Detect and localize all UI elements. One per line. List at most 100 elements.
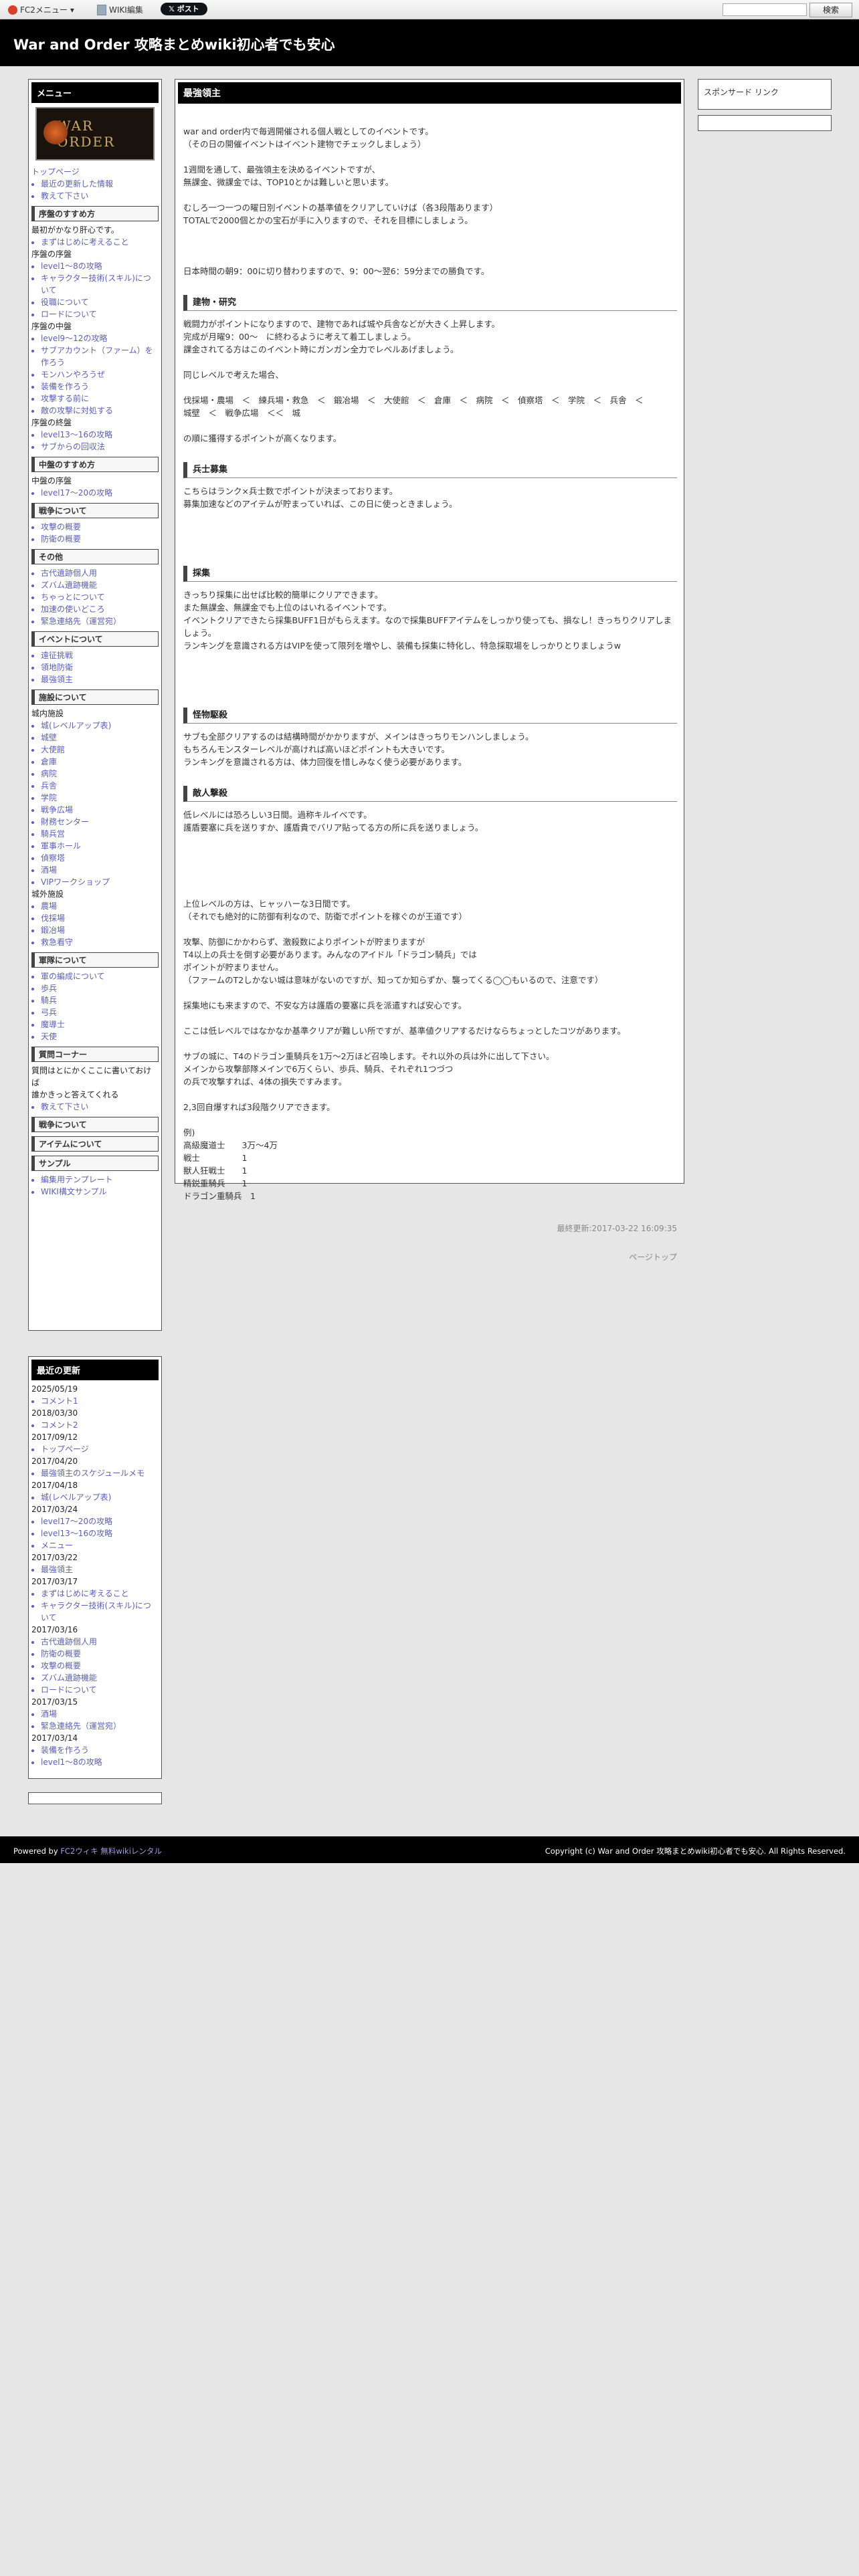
- recent-item[interactable]: メニュー: [41, 1539, 159, 1551]
- recent-item[interactable]: ズバム遺跡機能: [41, 1672, 159, 1684]
- menu-item[interactable]: 騎兵: [41, 994, 159, 1006]
- menu-item[interactable]: ちゃっとについて: [41, 591, 159, 603]
- recent-item[interactable]: コメント1: [41, 1395, 159, 1407]
- menu-item[interactable]: 伐採場: [41, 912, 159, 924]
- menu-item[interactable]: ロードについて: [41, 308, 159, 320]
- menu-item[interactable]: 大使館: [41, 744, 159, 756]
- menu-item[interactable]: 軍事ホール: [41, 840, 159, 852]
- paragraph-line: ここは低レベルではなかなか基準クリアが難しい所ですが、基準値クリアするだけならち…: [183, 1026, 626, 1036]
- recent-item[interactable]: 最強領主のスケジュールメモ: [41, 1467, 159, 1479]
- recent-item[interactable]: 城(レベルアップ表): [41, 1491, 159, 1503]
- menu-item[interactable]: 古代遺跡個人用: [41, 567, 159, 579]
- page-top-link[interactable]: ページトップ: [183, 1251, 677, 1264]
- menu-item[interactable]: 酒場: [41, 864, 159, 876]
- recent-item[interactable]: 最強領主: [41, 1564, 159, 1576]
- menu-item[interactable]: 農場: [41, 900, 159, 912]
- menu-item[interactable]: 最強領主: [41, 673, 159, 685]
- menu-item[interactable]: 敵の攻撃に対処する: [41, 405, 159, 417]
- menu-item[interactable]: まずはじめに考えること: [41, 236, 159, 248]
- recent-item[interactable]: まずはじめに考えること: [41, 1588, 159, 1600]
- search-input[interactable]: [723, 3, 807, 16]
- menu-item[interactable]: 教えて下さい: [41, 1101, 159, 1113]
- paragraph-line: 例): [183, 1128, 195, 1138]
- recent-item[interactable]: 古代遺跡個人用: [41, 1636, 159, 1648]
- paragraph-line: 精鋭重騎兵 1: [183, 1178, 248, 1188]
- menu-item[interactable]: 役職について: [41, 296, 159, 308]
- recent-item[interactable]: level13～16の攻略: [41, 1527, 159, 1539]
- menu-item[interactable]: 教えて下さい: [41, 190, 159, 202]
- paragraph-line: 同じレベルで考えた場合、: [183, 370, 284, 380]
- menu-list: 教えて下さい: [31, 1101, 159, 1113]
- recent-item[interactable]: 緊急連絡先（運営宛）: [41, 1720, 159, 1732]
- article-body: war and order内で毎週開催される個人戦としてのイベントです。 （その日…: [183, 106, 677, 1202]
- recent-item[interactable]: level17～20の攻略: [41, 1515, 159, 1527]
- paragraph-line: war and order内で毎週開催される個人戦としてのイベントです。: [183, 126, 434, 136]
- menu-item[interactable]: 偵察塔: [41, 852, 159, 864]
- paragraph-line: 課金されてる方はこのイベント時にガンガン全力でレベルあげましょう。: [183, 344, 459, 354]
- menu-item[interactable]: サブアカウント（ファーム）を作ろう: [41, 344, 159, 368]
- recent-item[interactable]: コメント2: [41, 1419, 159, 1431]
- menu-item[interactable]: 城壁: [41, 732, 159, 744]
- menu-item[interactable]: 弓兵: [41, 1006, 159, 1018]
- menu-item[interactable]: 学院: [41, 792, 159, 804]
- site-title[interactable]: War and Order 攻略まとめwiki初心者でも安心: [13, 34, 335, 54]
- menu-item[interactable]: level9～12の攻略: [41, 332, 159, 344]
- recent-item[interactable]: 攻撃の概要: [41, 1660, 159, 1672]
- recent-item[interactable]: トップページ: [41, 1443, 159, 1455]
- menu-item[interactable]: 財務センター: [41, 816, 159, 828]
- recent-item[interactable]: 防衛の概要: [41, 1648, 159, 1660]
- recent-item[interactable]: 酒場: [41, 1708, 159, 1720]
- menu-item[interactable]: 最近の更新した情報: [41, 178, 159, 190]
- menu-item[interactable]: サブからの回収法: [41, 441, 159, 453]
- paragraph-line: こちらはランク×兵士数でポイントが決まっております。: [183, 486, 398, 496]
- copyright: Copyright (c) War and Order 攻略まとめwiki初心者…: [545, 1846, 846, 1856]
- menu-item[interactable]: ズバム遺跡機能: [41, 579, 159, 591]
- menu-text: 序盤の序盤: [31, 249, 72, 259]
- menu-item[interactable]: 加速の使いどころ: [41, 603, 159, 615]
- recent-item[interactable]: 装備を作ろう: [41, 1744, 159, 1756]
- menu-item[interactable]: VIPワークショップ: [41, 876, 159, 888]
- menu-item[interactable]: level1～8の攻略: [41, 260, 159, 272]
- paragraph-line: 戦士 1: [183, 1153, 248, 1163]
- menu-item[interactable]: 軍の編成について: [41, 970, 159, 982]
- fc2-menu[interactable]: FC2メニュー ▾: [8, 4, 74, 15]
- menu-item[interactable]: 鍛冶場: [41, 924, 159, 936]
- menu-item[interactable]: WIKI構文サンプル: [41, 1186, 159, 1198]
- menu-item[interactable]: 領地防衛: [41, 661, 159, 673]
- search-button[interactable]: 検索: [809, 3, 852, 17]
- menu-item[interactable]: 戦争広場: [41, 804, 159, 816]
- menu-item[interactable]: 防衛の概要: [41, 533, 159, 545]
- menu-list: level9～12の攻略サブアカウント（ファーム）を作ろうモンハンやろうぜ装備を…: [31, 332, 159, 417]
- menu-item[interactable]: level13～16の攻略: [41, 429, 159, 441]
- menu-item[interactable]: 攻撃の概要: [41, 521, 159, 533]
- menu-item[interactable]: level17～20の攻略: [41, 487, 159, 499]
- menu-item[interactable]: 救急看守: [41, 936, 159, 948]
- paragraph: の順に獲得するポイントが高くなります。: [183, 432, 677, 445]
- menu-item[interactable]: 天使: [41, 1031, 159, 1043]
- menu-item[interactable]: 魔導士: [41, 1018, 159, 1031]
- menu-link-top[interactable]: トップページ: [31, 166, 159, 178]
- menu-item[interactable]: キャラクター技術(スキル)について: [41, 272, 159, 296]
- menu-item[interactable]: 遠征挑戦: [41, 649, 159, 661]
- menu-item[interactable]: モンハンやろうぜ: [41, 368, 159, 381]
- menu-item[interactable]: 緊急連絡先（運営宛）: [41, 615, 159, 627]
- paragraph-line: ドラゴン重騎兵 1: [183, 1191, 256, 1201]
- recent-item[interactable]: level1～8の攻略: [41, 1756, 159, 1768]
- powered-link[interactable]: FC2ウィキ 無料wikiレンタル: [60, 1846, 162, 1856]
- wiki-edit-link[interactable]: WIKI編集: [97, 4, 143, 15]
- menu-item[interactable]: 倉庫: [41, 756, 159, 768]
- menu-item[interactable]: 城(レベルアップ表): [41, 720, 159, 732]
- x-post-button[interactable]: 𝕏 ポスト: [161, 3, 207, 15]
- menu-list: level13～16の攻略サブからの回収法: [31, 429, 159, 453]
- menu-item[interactable]: 装備を作ろう: [41, 381, 159, 393]
- recent-item[interactable]: ロードについて: [41, 1684, 159, 1696]
- recent-item[interactable]: キャラクター技術(スキル)について: [41, 1600, 159, 1624]
- menu-item[interactable]: 兵舎: [41, 780, 159, 792]
- menu-item[interactable]: 攻撃する前に: [41, 393, 159, 405]
- menu-item[interactable]: 騎兵営: [41, 828, 159, 840]
- menu-item[interactable]: 歩兵: [41, 982, 159, 994]
- recent-heading: 最近の更新: [31, 1360, 159, 1380]
- menu-item[interactable]: 編集用テンプレート: [41, 1174, 159, 1186]
- menu-item[interactable]: 病院: [41, 768, 159, 780]
